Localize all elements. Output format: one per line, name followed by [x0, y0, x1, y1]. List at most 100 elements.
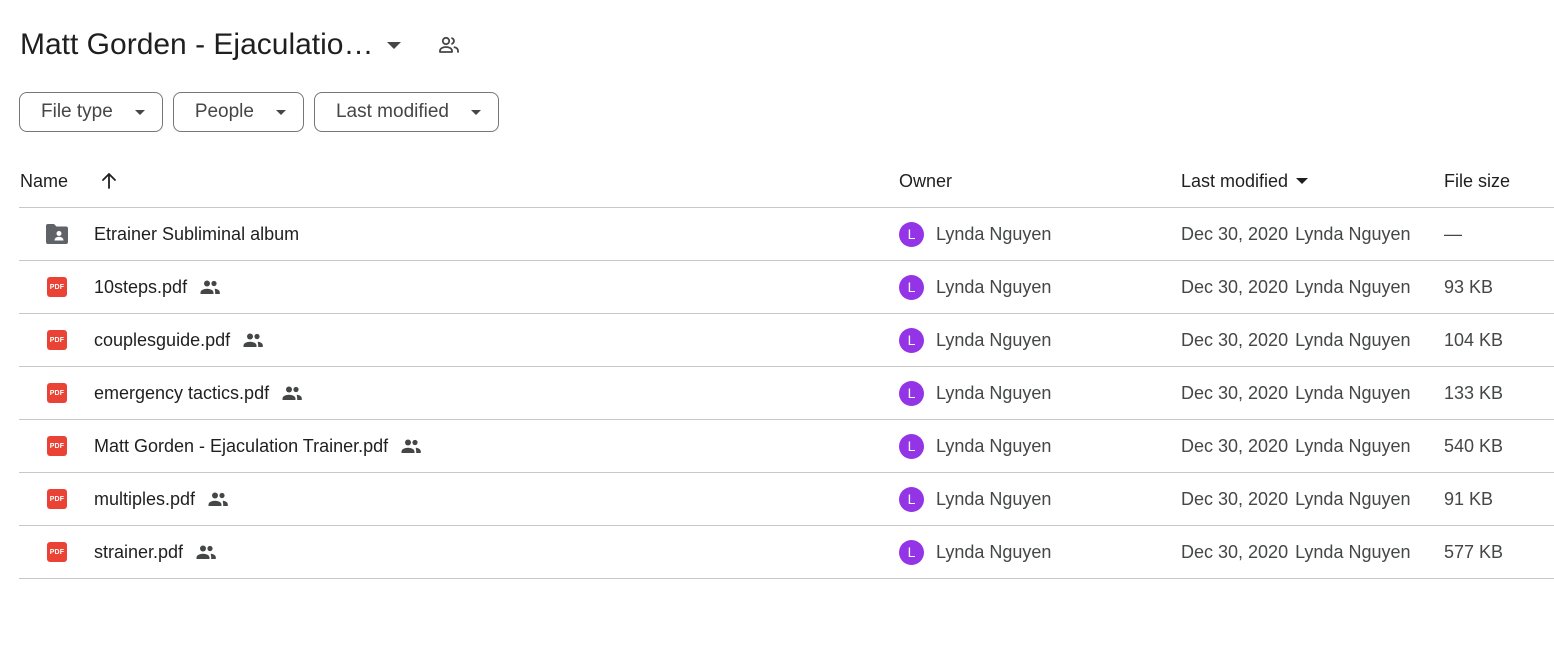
- last-modified-cell: Dec 30, 2020 Lynda Nguyen: [1181, 367, 1411, 419]
- file-list: Name Owner Last modified File size Etrai…: [19, 155, 1554, 579]
- file-icon-cell: PDF: [43, 526, 71, 578]
- avatar: L: [899, 433, 924, 459]
- file-name: strainer.pdf: [94, 541, 184, 562]
- file-icon-cell: PDF: [43, 473, 71, 525]
- people-outline-icon[interactable]: [437, 33, 461, 57]
- last-modified-cell: Dec 30, 2020 Lynda Nguyen: [1181, 314, 1411, 366]
- avatar: L: [899, 327, 924, 353]
- modified-by: Lynda Nguyen: [1295, 276, 1411, 297]
- column-header-name[interactable]: Name: [20, 155, 68, 207]
- filter-file-type[interactable]: File type: [19, 92, 163, 132]
- last-modified-cell: Dec 30, 2020 Lynda Nguyen: [1181, 208, 1411, 260]
- owner-name: Lynda Nguyen: [936, 223, 1052, 244]
- owner-name: Lynda Nguyen: [936, 435, 1052, 456]
- shared-people-icon: [400, 438, 422, 454]
- caret-down-icon: [471, 109, 481, 115]
- file-name: couplesguide.pdf: [94, 329, 231, 350]
- modified-date: Dec 30, 2020: [1181, 223, 1289, 244]
- avatar: L: [899, 274, 924, 300]
- owner-cell: L Lynda Nguyen: [899, 420, 1051, 472]
- shared-people-icon: [195, 544, 217, 560]
- table-row[interactable]: PDF 10steps.pdf L Lynda Nguyen Dec 30, 2…: [19, 261, 1554, 314]
- pdf-icon: PDF: [47, 436, 67, 456]
- filter-label: File type: [41, 101, 113, 122]
- owner-name: Lynda Nguyen: [936, 541, 1052, 562]
- pdf-icon: PDF: [47, 277, 67, 297]
- file-name: multiples.pdf: [94, 488, 196, 509]
- owner-cell: L Lynda Nguyen: [899, 367, 1051, 419]
- header: Matt Gorden - Ejaculatio…: [20, 24, 461, 66]
- modified-by: Lynda Nguyen: [1295, 223, 1411, 244]
- owner-name: Lynda Nguyen: [936, 276, 1052, 297]
- owner-name: Lynda Nguyen: [936, 329, 1052, 350]
- page-title: Matt Gorden - Ejaculatio…: [20, 28, 374, 61]
- arrow-up-icon[interactable]: [99, 155, 119, 207]
- table-row[interactable]: Etrainer Subliminal album L Lynda Nguyen…: [19, 208, 1554, 261]
- table-row[interactable]: PDF couplesguide.pdf L Lynda Nguyen Dec …: [19, 314, 1554, 367]
- file-name-cell: emergency tactics.pdf: [94, 367, 303, 419]
- modified-by: Lynda Nguyen: [1295, 382, 1411, 403]
- caret-down-icon: [1296, 178, 1309, 184]
- file-icon-cell: [43, 208, 71, 260]
- modified-date: Dec 30, 2020: [1181, 488, 1289, 509]
- table-body: Etrainer Subliminal album L Lynda Nguyen…: [19, 208, 1554, 579]
- file-icon-cell: PDF: [43, 367, 71, 419]
- file-size: —: [1444, 223, 1462, 244]
- owner-name: Lynda Nguyen: [936, 382, 1052, 403]
- file-size: 577 KB: [1444, 541, 1504, 562]
- file-name: emergency tactics.pdf: [94, 382, 270, 403]
- modified-by: Lynda Nguyen: [1295, 488, 1411, 509]
- shared-people-icon: [242, 332, 264, 348]
- avatar: L: [899, 539, 924, 565]
- modified-date: Dec 30, 2020: [1181, 541, 1289, 562]
- table-row[interactable]: PDF Matt Gorden - Ejaculation Trainer.pd…: [19, 420, 1554, 473]
- table-header: Name Owner Last modified File size: [19, 155, 1554, 208]
- last-modified-cell: Dec 30, 2020 Lynda Nguyen: [1181, 473, 1411, 525]
- modified-date: Dec 30, 2020: [1181, 435, 1289, 456]
- file-name-cell: couplesguide.pdf: [94, 314, 264, 366]
- file-size: 91 KB: [1444, 488, 1494, 509]
- shared-folder-icon: [44, 223, 70, 245]
- file-size: 540 KB: [1444, 435, 1504, 456]
- file-icon-cell: PDF: [43, 420, 71, 472]
- owner-name: Lynda Nguyen: [936, 488, 1052, 509]
- last-modified-cell: Dec 30, 2020 Lynda Nguyen: [1181, 420, 1411, 472]
- file-icon-cell: PDF: [43, 261, 71, 313]
- pdf-icon: PDF: [47, 489, 67, 509]
- avatar: L: [899, 486, 924, 512]
- column-header-owner: Owner: [899, 170, 953, 191]
- file-name-cell: Etrainer Subliminal album: [94, 208, 299, 260]
- filter-people[interactable]: People: [172, 92, 304, 132]
- modified-date: Dec 30, 2020: [1181, 329, 1289, 350]
- modified-by: Lynda Nguyen: [1295, 329, 1411, 350]
- table-row[interactable]: PDF emergency tactics.pdf L Lynda Nguyen…: [19, 367, 1554, 420]
- table-row[interactable]: PDF strainer.pdf L Lynda Nguyen Dec 30, …: [19, 526, 1554, 579]
- filter-label: Last modified: [335, 101, 449, 122]
- file-name-cell: 10steps.pdf: [94, 261, 221, 313]
- pdf-icon: PDF: [47, 383, 67, 403]
- owner-cell: L Lynda Nguyen: [899, 314, 1051, 366]
- file-size: 93 KB: [1444, 276, 1494, 297]
- owner-cell: L Lynda Nguyen: [899, 261, 1051, 313]
- last-modified-cell: Dec 30, 2020 Lynda Nguyen: [1181, 526, 1411, 578]
- caret-down-icon: [275, 109, 286, 115]
- owner-cell: L Lynda Nguyen: [899, 208, 1051, 260]
- caret-down-icon: [134, 109, 145, 115]
- modified-date: Dec 30, 2020: [1181, 276, 1289, 297]
- column-header-last-modified[interactable]: Last modified: [1181, 155, 1309, 207]
- folder-title-button[interactable]: Matt Gorden - Ejaculatio…: [20, 28, 402, 62]
- file-size: 133 KB: [1444, 382, 1504, 403]
- avatar: L: [899, 380, 924, 406]
- file-size: 104 KB: [1444, 329, 1504, 350]
- filter-last-modified[interactable]: Last modified: [313, 92, 499, 132]
- file-name-cell: Matt Gorden - Ejaculation Trainer.pdf: [94, 420, 422, 472]
- shared-people-icon: [199, 279, 221, 295]
- file-name: Etrainer Subliminal album: [94, 223, 300, 244]
- shared-people-icon: [281, 385, 303, 401]
- filter-label: People: [194, 101, 254, 122]
- modified-date: Dec 30, 2020: [1181, 382, 1289, 403]
- file-name: Matt Gorden - Ejaculation Trainer.pdf: [94, 435, 389, 456]
- table-row[interactable]: PDF multiples.pdf L Lynda Nguyen Dec 30,…: [19, 473, 1554, 526]
- shared-people-icon: [207, 491, 229, 507]
- caret-down-icon: [387, 41, 402, 49]
